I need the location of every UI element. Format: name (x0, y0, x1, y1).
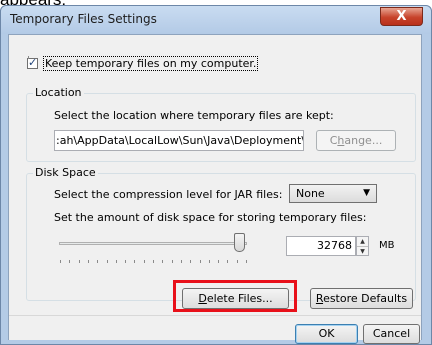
restore-label: estore Defaults (323, 292, 408, 305)
slider-tick (162, 260, 164, 263)
slider-tick (78, 260, 80, 263)
delete-label: elete Files... (206, 292, 273, 305)
slider-tick (125, 260, 127, 263)
restore-defaults-button[interactable]: Restore Defaults (310, 288, 413, 309)
slider-tick (87, 260, 89, 263)
compression-select[interactable]: None ▼ (289, 184, 377, 203)
close-icon: X (396, 9, 407, 24)
slider-tick (236, 260, 238, 263)
disk-space-size-field[interactable]: 32768 (286, 236, 356, 256)
checkmark-icon: ✓ (28, 56, 38, 69)
window-title: Temporary Files Settings (10, 12, 157, 26)
keep-files-checkbox[interactable]: ✓ (27, 56, 38, 69)
disk-space-label: Set the amount of disk space for storing… (54, 211, 367, 224)
keep-files-label[interactable]: Keep temporary files on my computer. (43, 56, 259, 71)
slider-tick (153, 260, 154, 263)
dialog-body: ✓ Keep temporary files on my computer. L… (8, 34, 422, 344)
close-button[interactable]: X (380, 7, 423, 26)
compression-label: Select the compression level for JAR fil… (54, 188, 283, 201)
slider-tick (115, 260, 117, 263)
size-unit: MB (379, 240, 395, 251)
spin-up-icon[interactable]: ▲ (357, 237, 368, 246)
size-spinner[interactable]: ▲ ▼ (356, 236, 369, 256)
slider-tick (218, 260, 220, 263)
delete-files-button[interactable]: Delete Files... (182, 288, 289, 309)
spin-down-icon[interactable]: ▼ (357, 246, 368, 256)
change-label-b: ange... (344, 134, 383, 147)
slider-tick (199, 260, 201, 263)
restore-mnemonic: R (315, 292, 324, 305)
dialog-footer (9, 315, 421, 340)
disk-space-legend: Disk Space (33, 166, 98, 179)
change-button[interactable]: Change... (316, 130, 396, 151)
slider-tick (60, 260, 61, 263)
keep-files-row: ✓ Keep temporary files on my computer. (27, 56, 259, 71)
location-legend: Location (33, 86, 84, 99)
slider-tick (106, 260, 108, 263)
slider-tick (171, 260, 173, 263)
ok-button[interactable]: OK (295, 324, 358, 344)
slider-ticks (60, 260, 247, 264)
disk-space-slider-thumb[interactable] (234, 233, 245, 252)
location-description: Select the location where temporary file… (54, 109, 334, 122)
slider-tick (97, 260, 99, 263)
delete-mnemonic: D (198, 292, 207, 305)
cancel-button[interactable]: Cancel (363, 324, 420, 344)
slider-tick (134, 260, 136, 263)
slider-tick (208, 260, 210, 263)
dropdown-arrow-icon: ▼ (363, 188, 370, 198)
slider-tick (246, 260, 247, 263)
cache-path-field[interactable]: :ah\AppData\LocalLow\Sun\Java\Deployment… (54, 130, 304, 151)
slider-tick (143, 260, 145, 263)
slider-tick (180, 260, 182, 263)
dialog-window: Temporary Files Settings X ✓ Keep tempor… (0, 5, 432, 345)
slider-tick (69, 260, 71, 263)
location-group: Location Select the location where tempo… (26, 86, 416, 162)
title-bar: Temporary Files Settings X (1, 6, 431, 34)
slider-tick (227, 260, 229, 263)
disk-space-slider-track[interactable] (59, 242, 247, 245)
compression-value: None (296, 187, 325, 200)
slider-tick (190, 260, 192, 263)
